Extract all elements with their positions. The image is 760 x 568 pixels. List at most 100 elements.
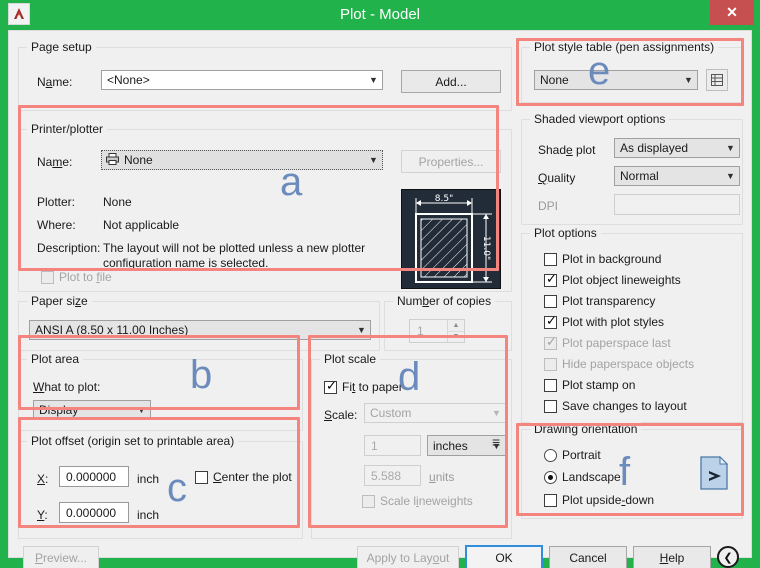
plot-area-legend: Plot area bbox=[27, 352, 84, 366]
chevron-down-icon: ▼ bbox=[684, 75, 693, 85]
copies-stepper[interactable]: 1 ▲ ▼ bbox=[409, 319, 465, 343]
radio-box bbox=[544, 470, 557, 484]
radio-dot bbox=[548, 474, 553, 480]
plot-area-group: Plot area What to plot: Display ▼ bbox=[18, 352, 303, 431]
printer-name-label: Name: bbox=[37, 155, 73, 169]
offset-x-label: X: bbox=[37, 472, 49, 486]
paper-size-group: Paper size ANSI A (8.50 x 11.00 Inches) … bbox=[18, 294, 380, 351]
printer-properties-label: Properties... bbox=[418, 154, 484, 169]
printer-name-combo[interactable]: None ▼ bbox=[101, 150, 383, 170]
page-setup-group: Page setup Name: <None> ▼ Add... bbox=[18, 40, 512, 111]
screen: Plot - Model ✕ Page setup Name: <None> ▼… bbox=[0, 0, 760, 568]
chevron-down-icon: ▼ bbox=[369, 155, 378, 165]
what-to-plot-label: What to plot: bbox=[33, 380, 101, 394]
page-setup-legend: Page setup bbox=[27, 40, 96, 54]
checkbox-box bbox=[544, 399, 557, 413]
center-the-plot-checkbox[interactable]: Center the plot bbox=[195, 470, 292, 484]
checkbox-box: ✓ bbox=[544, 312, 557, 329]
paper-size-value: ANSI A (8.50 x 11.00 Inches) bbox=[35, 323, 189, 337]
plot-option-label-4: Plot paperspace last bbox=[562, 336, 671, 350]
plot-option-5: Hide paperspace objects bbox=[544, 357, 694, 371]
plot-option-7[interactable]: Save changes to layout bbox=[544, 399, 687, 413]
quality-value: Normal bbox=[620, 169, 659, 183]
plot-option-2[interactable]: Plot transparency bbox=[544, 294, 655, 308]
preview-label: Preview... bbox=[34, 550, 88, 565]
printer-icon bbox=[106, 152, 119, 168]
paper-size-combo[interactable]: ANSI A (8.50 x 11.00 Inches) ▼ bbox=[29, 320, 371, 340]
help-label: Help bbox=[659, 550, 685, 565]
plot-options-group: Plot options Plot in background ✓ Plot o… bbox=[521, 226, 743, 423]
equals-icon: ≡ bbox=[492, 434, 501, 450]
portrait-radio[interactable]: Portrait bbox=[544, 448, 601, 462]
checkbox-box bbox=[544, 294, 557, 308]
shade-plot-label: Shade plot bbox=[538, 143, 596, 157]
plot-option-label-3: Plot with plot styles bbox=[562, 315, 665, 329]
scale-numerator-value: 1 bbox=[371, 438, 378, 453]
description-value-line2: configuration name is selected. bbox=[103, 256, 269, 270]
dpi-field[interactable] bbox=[614, 194, 740, 215]
title-bar: Plot - Model ✕ bbox=[0, 0, 760, 30]
copies-decrement-icon[interactable]: ▼ bbox=[448, 331, 464, 342]
quality-combo[interactable]: Normal ▼ bbox=[614, 166, 740, 186]
plotter-label: Plotter: bbox=[37, 195, 76, 209]
copies-value: 1 bbox=[417, 324, 424, 338]
dpi-label: DPI bbox=[538, 199, 559, 213]
plot-option-0[interactable]: Plot in background bbox=[544, 252, 661, 266]
shaded-viewport-options-group: Shaded viewport options Shade plot As di… bbox=[521, 112, 743, 225]
plot-scale-group: Plot scale ✓ Fit to paper Scale: Custom … bbox=[311, 352, 512, 539]
add-page-setup-button[interactable]: Add... bbox=[401, 70, 501, 93]
chevron-down-icon: ▼ bbox=[369, 75, 378, 85]
edit-plot-style-table-button[interactable] bbox=[706, 69, 728, 91]
scale-combo[interactable]: Custom ▼ bbox=[364, 403, 506, 423]
add-page-setup-label: Add... bbox=[435, 74, 467, 89]
offset-y-unit: inch bbox=[137, 508, 160, 522]
ok-button[interactable]: OK bbox=[465, 545, 543, 568]
printer-plotter-legend: Printer/plotter bbox=[27, 122, 108, 136]
offset-y-value: 0.000000 bbox=[66, 505, 117, 520]
plot-option-6[interactable]: Plot stamp on bbox=[544, 378, 635, 392]
number-of-copies-group: Number of copies 1 ▲ ▼ bbox=[384, 294, 512, 351]
plot-upside-down-checkbox[interactable]: Plot upside-down bbox=[544, 493, 654, 507]
page-setup-name-combo[interactable]: <None> ▼ bbox=[101, 70, 383, 90]
plot-style-table-combo[interactable]: None ▼ bbox=[534, 70, 698, 90]
checkbox-box bbox=[362, 494, 375, 508]
scale-lineweights-checkbox[interactable]: Scale lineweights bbox=[362, 494, 473, 508]
check-icon: ✓ bbox=[546, 312, 557, 328]
fit-to-paper-checkbox[interactable]: ✓ Fit to paper bbox=[324, 379, 403, 394]
offset-y-field[interactable]: 0.000000 bbox=[59, 502, 129, 523]
landscape-label: Landscape bbox=[562, 470, 621, 484]
plot-offset-group: Plot offset (origin set to printable are… bbox=[18, 434, 303, 539]
what-to-plot-combo[interactable]: Display ▼ bbox=[33, 400, 151, 420]
scale-units-label: units bbox=[429, 470, 455, 484]
apply-to-layout-button[interactable]: Apply to Layout bbox=[357, 546, 459, 568]
cancel-button[interactable]: Cancel bbox=[549, 546, 627, 568]
scale-numerator-field[interactable]: 1 bbox=[364, 435, 421, 456]
plot-option-label-5: Hide paperspace objects bbox=[562, 357, 695, 371]
printer-properties-button[interactable]: Properties... bbox=[401, 150, 501, 173]
chevron-left-circle-icon: ❮ bbox=[723, 551, 733, 564]
chevron-down-icon: ▼ bbox=[492, 408, 501, 418]
checkbox-box bbox=[544, 378, 557, 392]
plot-to-file-checkbox[interactable]: Plot to file bbox=[41, 270, 112, 284]
shade-plot-combo[interactable]: As displayed ▼ bbox=[614, 138, 740, 158]
landscape-radio[interactable]: Landscape bbox=[544, 470, 621, 484]
copies-increment-icon[interactable]: ▲ bbox=[448, 320, 464, 332]
close-button[interactable]: ✕ bbox=[710, 0, 754, 25]
plot-option-1[interactable]: ✓ Plot object lineweights bbox=[544, 272, 681, 287]
plot-upside-down-label: Plot upside-down bbox=[562, 493, 655, 507]
plot-to-file-label: Plot to file bbox=[59, 270, 112, 284]
scale-denominator-field[interactable]: 5.588 bbox=[364, 465, 421, 486]
plot-style-table-legend: Plot style table (pen assignments) bbox=[530, 40, 719, 54]
scale-unit-value: inches bbox=[433, 438, 468, 453]
scale-value: Custom bbox=[370, 406, 412, 420]
help-button[interactable]: Help bbox=[633, 546, 711, 568]
plot-option-3[interactable]: ✓ Plot with plot styles bbox=[544, 312, 665, 329]
checkbox-box bbox=[544, 493, 557, 507]
chevron-down-icon: ▼ bbox=[357, 325, 366, 335]
copies-legend: Number of copies bbox=[393, 294, 496, 308]
plot-option-label-0: Plot in background bbox=[562, 252, 662, 266]
preview-button[interactable]: Preview... bbox=[23, 546, 99, 568]
offset-x-field[interactable]: 0.000000 bbox=[59, 466, 129, 487]
collapse-panel-button[interactable]: ❮ bbox=[717, 546, 739, 568]
scale-denominator-value: 5.588 bbox=[371, 468, 402, 483]
